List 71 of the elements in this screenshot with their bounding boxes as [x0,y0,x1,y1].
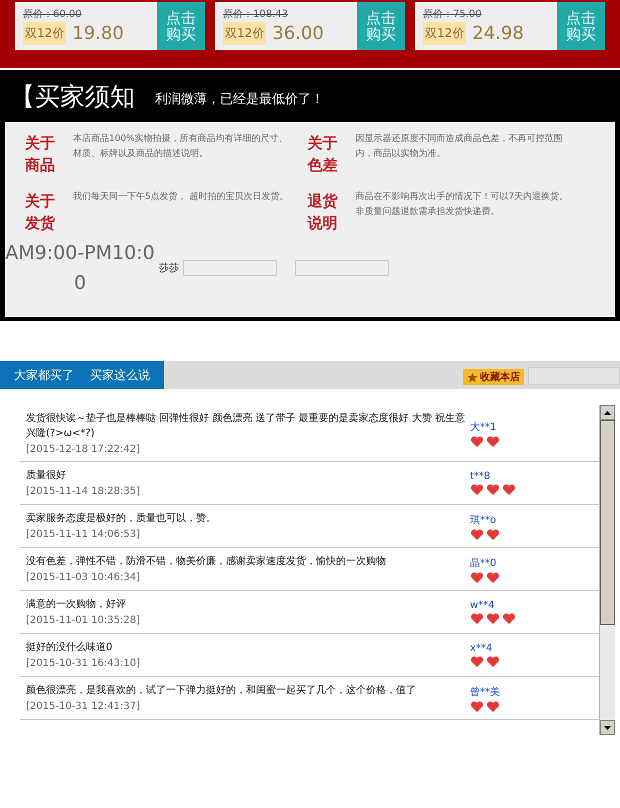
original-price: 原价：60.00 [23,8,83,21]
heart-icon [502,613,516,624]
notice-text: 本店商品100%实物拍摄，所有商品均有详细的尺寸、材质、标牌以及商品的描述说明。 [73,132,289,161]
tab[interactable]: 大家都买了 [14,366,74,384]
reviewer-name: x**4 [470,643,494,654]
sale-price: 19.80 [72,23,124,44]
review-text: 颜色很漂亮，是我喜欢的，试了一下弹力挺好的，和闺蜜一起买了几个，这个价格，值了 [26,684,417,698]
heart-icon [486,528,500,540]
review-date: [2015-11-03 10:46:34] [26,572,142,583]
sale-price: 24.98 [472,23,524,44]
heart-icon [470,528,484,540]
review-date: [2015-11-01 10:35:28] [26,615,142,626]
heart-icon [470,613,484,624]
heart-icon [486,572,500,582]
heart-icon [470,484,484,495]
heart-icon [502,484,516,495]
up-arrow-icon[interactable] [604,410,611,414]
reviewer-name: 晶**0 [470,556,498,570]
notice-subtitle: 利润微薄，已经是最低价了！ [155,91,324,108]
heart-icon [470,700,484,712]
heart-icon [486,436,500,446]
favorite-button[interactable]: 收藏本店 [463,369,524,385]
staff-name: 莎莎 [159,262,179,275]
star-icon [467,372,478,382]
notice-text: 因显示器还原度不同而造成商品色差，不再可控范围内，商品以实物为准。 [356,132,564,161]
review-text: 挺好的没什么味道0 [26,640,114,655]
notice-heading: 退货说明 [308,191,338,234]
notice-heading: 关于发货 [25,191,56,234]
notice-title: 【买家须知 [10,80,135,112]
review-text: 满意的一次购物，好评 [26,598,127,612]
promo-label: 双12价 [23,22,66,45]
reviewer-name: w**4 [470,600,496,611]
input-field[interactable] [183,260,277,276]
buy-button[interactable]: 点击购买 [157,2,205,50]
notice-heading: 关于色差 [308,133,338,176]
review-text: 质量很好 [26,468,67,483]
reviewer-name: t**8 [470,471,492,482]
original-price: 原价：108.43 [223,8,289,21]
original-price: 原价：75.00 [423,8,483,21]
input-field[interactable] [295,260,389,276]
review-date: [2015-10-31 16:43:10] [26,658,142,669]
reviewer-name: 大**1 [470,420,498,434]
review-text: 没有色差，弹性不错，防滑不错，物美价廉，感谢卖家速度发货，愉快的一次购物 [26,554,387,569]
reviewer-name: 琪**o [470,514,498,526]
buy-button[interactable]: 点击购买 [557,2,605,50]
heart-icon [486,484,500,495]
review-date: [2015-11-11 14:06:53] [26,529,142,540]
promo-label: 双12价 [423,22,466,45]
heart-icon [470,572,484,582]
review-date: [2015-11-14 18:28:35] [26,486,142,497]
promo-label: 双12价 [223,22,266,45]
heart-icon [486,613,500,624]
down-arrow-icon[interactable] [604,726,611,730]
review-date: [2015-10-31 12:41:37] [26,701,142,712]
notice-heading: 关于商品 [25,133,56,176]
notice-text: 商品在不影响再次出手的情况下！可以7天内退换货。非质量问题退款需承担发货快递费。 [356,190,570,219]
heart-icon [486,656,500,667]
heart-icon [486,700,500,712]
tab[interactable]: 买家这么说 [90,366,150,384]
review-text: 卖家服务态度是极好的，质量也可以，赞。 [26,512,217,526]
review-text: 发货很快诶～垫子也是棒棒哒 回弹性很好 颜色漂亮 送了带子 最重要的是卖家态度很好 大赞 祝生意兴隆(?>ω<*?) [26,412,466,441]
heart-icon [470,436,484,446]
input-field[interactable] [528,367,620,385]
scrollbar[interactable] [599,405,615,735]
review-date: [2015-12-18 17:22:42] [26,444,142,455]
heart-icon [470,656,484,667]
sale-price: 36.00 [272,23,324,44]
reviewer-name: 曾**美 [470,686,500,698]
service-hours: AM9:00-PM10:00 [5,241,155,296]
buy-button[interactable]: 点击购买 [357,2,405,50]
notice-text: 我们每天同一下午5点发货， 超时拍的宝贝次日发货。 [73,190,290,204]
